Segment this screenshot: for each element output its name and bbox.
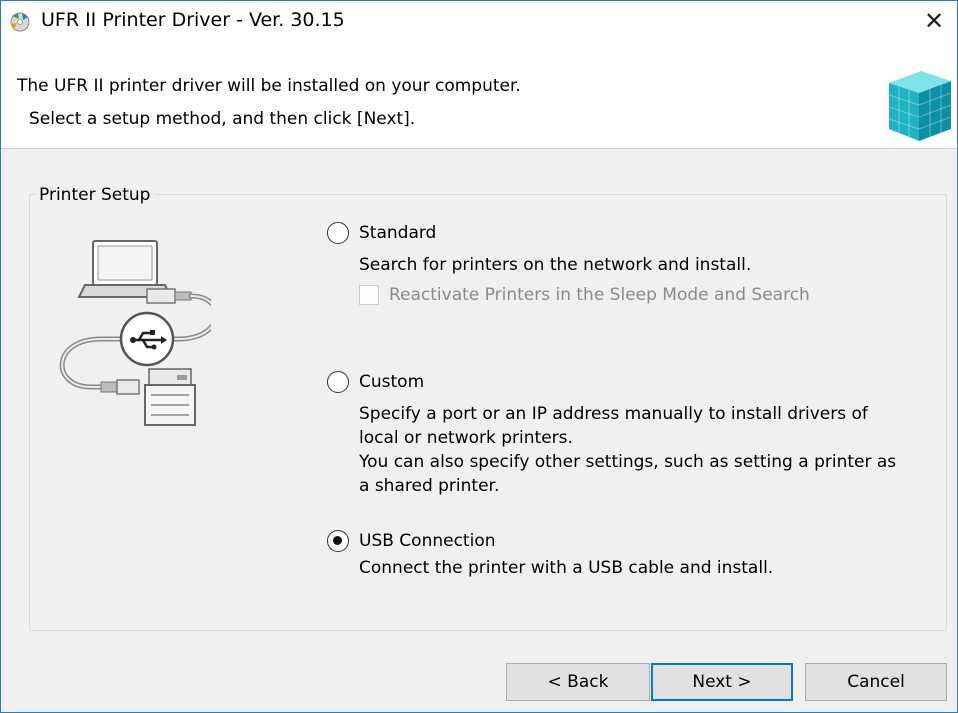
printer-setup-label: Printer Setup bbox=[37, 185, 155, 205]
option-usb-connection-label[interactable]: USB Connection bbox=[359, 530, 496, 552]
option-custom-description-line4: a shared printer. bbox=[359, 476, 500, 496]
usb-printer-connection-illustration bbox=[59, 240, 211, 426]
option-custom-description-line2: local or network printers. bbox=[359, 428, 573, 448]
intro-text-line1: The UFR II printer driver will be instal… bbox=[17, 76, 521, 96]
option-usb-connection-description: Connect the printer with a USB cable and… bbox=[359, 558, 774, 578]
option-custom-description-line3: You can also specify other settings, suc… bbox=[359, 452, 897, 472]
option-custom-label[interactable]: Custom bbox=[359, 371, 424, 393]
radio-custom[interactable] bbox=[327, 371, 349, 393]
close-icon: ✕ bbox=[923, 7, 945, 35]
radio-standard[interactable] bbox=[327, 222, 349, 244]
cancel-button[interactable]: Cancel bbox=[805, 663, 947, 701]
reactivate-sleep-label: Reactivate Printers in the Sleep Mode an… bbox=[389, 285, 810, 305]
next-button[interactable]: Next > bbox=[651, 663, 793, 701]
title-bar[interactable]: UFR II Printer Driver - Ver. 30.15 ✕ bbox=[1, 1, 957, 41]
option-standard-label[interactable]: Standard bbox=[359, 222, 436, 244]
option-standard-description: Search for printers on the network and i… bbox=[359, 255, 752, 275]
installer-cube-icon bbox=[888, 71, 952, 141]
wizard-header: The UFR II printer driver will be instal… bbox=[1, 41, 957, 149]
installer-window: UFR II Printer Driver - Ver. 30.15 ✕ The… bbox=[0, 0, 958, 713]
printer-driver-disc-icon bbox=[10, 12, 30, 32]
option-custom-description-line1: Specify a port or an IP address manually… bbox=[359, 404, 868, 424]
wizard-body: Printer Setup Standard Search for printe… bbox=[1, 149, 957, 712]
back-button[interactable]: < Back bbox=[506, 663, 650, 701]
close-button[interactable]: ✕ bbox=[911, 1, 957, 41]
radio-usb-connection[interactable] bbox=[327, 530, 349, 552]
window-title: UFR II Printer Driver - Ver. 30.15 bbox=[41, 9, 345, 31]
intro-text-line2: Select a setup method, and then click [N… bbox=[29, 109, 416, 129]
reactivate-sleep-checkbox[interactable] bbox=[359, 285, 379, 305]
